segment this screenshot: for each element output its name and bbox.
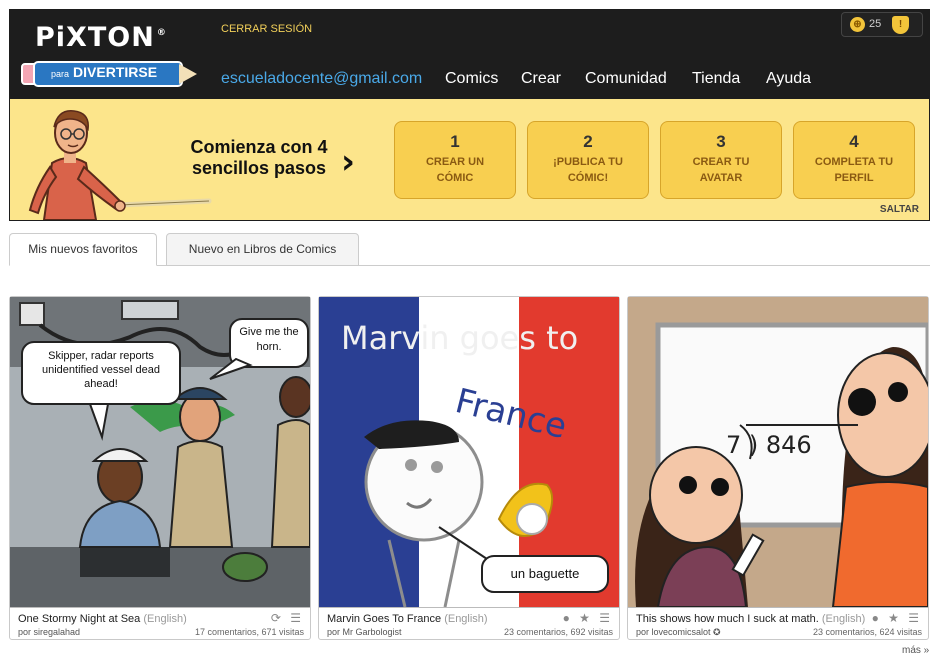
coin-icon: ⊕ <box>850 17 865 32</box>
step-1-button[interactable]: 1 CREAR UN CÓMIC <box>394 121 516 199</box>
comic-card[interactable]: Marvin goes to France un baguette Marvin… <box>318 296 620 640</box>
comic-caption: One Stormy Night at Sea (English) ⟳ ☰ po… <box>10 607 310 639</box>
comic-caption: This shows how much I suck at math. (Eng… <box>628 607 928 639</box>
comic-title[interactable]: One Stormy Night at Sea (English) <box>18 613 187 625</box>
pixton-logo[interactable]: PiXTON ® <box>35 22 167 53</box>
comic-card[interactable]: Skipper, radar reports unidentified vess… <box>9 296 311 640</box>
speech-bubble: un baguette <box>510 566 580 581</box>
nav-tienda[interactable]: Tienda <box>692 70 740 88</box>
comic-actions-icon[interactable]: ● ★ ☰ <box>563 611 613 625</box>
getting-started-banner: Comienza con 4 sencillos pasos › 1 CREAR… <box>9 98 930 221</box>
pencil-tip <box>179 64 197 84</box>
nav-crear[interactable]: Crear <box>521 70 561 88</box>
coin-count: 25 <box>869 18 882 30</box>
speech-bubble-2: Give me the horn. <box>239 326 299 353</box>
step-3-button[interactable]: 3 CREAR TU AVATAR <box>660 121 782 199</box>
skip-link[interactable]: SALTAR <box>880 204 919 215</box>
comic-language: (English) <box>821 613 866 625</box>
nav-comunidad[interactable]: Comunidad <box>585 70 667 88</box>
step-4-button[interactable]: 4 COMPLETA TU PERFIL <box>793 121 915 199</box>
step-2-button[interactable]: 2 ¡PUBLICA TU CÓMIC! <box>527 121 649 199</box>
comic-card[interactable]: 7 ) 846 This shows how much I suck at ma… <box>627 296 929 640</box>
comic-panel[interactable]: Skipper, radar reports unidentified vess… <box>10 297 310 607</box>
comic-language: (English) <box>444 613 488 625</box>
nav-comics[interactable]: Comics <box>445 70 498 88</box>
pencil-small-text: para <box>51 69 70 79</box>
comic-title-text: One Stormy Night at Sea <box>18 613 141 625</box>
step-label: COMPLETA TU PERFIL <box>814 156 894 184</box>
comic-author[interactable]: por Mr Garbologist <box>327 627 402 637</box>
more-link[interactable]: más » <box>902 645 929 656</box>
comic-actions-icon[interactable]: ⟳ ☰ <box>271 611 304 625</box>
user-email-link[interactable]: escueladocente@gmail.com <box>221 70 422 88</box>
banner-title: Comienza con 4 sencillos pasos <box>190 137 328 178</box>
nav-ayuda[interactable]: Ayuda <box>766 70 811 88</box>
comic-caption: Marvin Goes To France (English) ● ★ ☰ po… <box>319 607 619 639</box>
comic-language: (English) <box>143 613 187 625</box>
step-label: CREAR UN CÓMIC <box>425 156 485 184</box>
comic-stats: 23 comentarios, 692 visitas <box>503 627 613 637</box>
tab-mis-nuevos-favoritos[interactable]: Mis nuevos favoritos <box>9 233 157 266</box>
shield-icon: ! <box>892 16 909 34</box>
comic-author[interactable]: por siregalahad <box>18 627 80 637</box>
registered-mark: ® <box>156 28 167 38</box>
step-label: ¡PUBLICA TU CÓMIC! <box>553 156 623 184</box>
comic-stats: 23 comentarios, 624 visitas <box>812 627 922 637</box>
step-number: 1 <box>450 132 460 151</box>
comic-headline-line-1: Marvin goes to <box>341 319 579 357</box>
pencil-main-text: DIVERTIRSE <box>73 64 158 80</box>
comic-author[interactable]: por lovecomicsalot ✪ <box>636 627 721 638</box>
comic-title-text: Marvin Goes To France <box>327 613 442 625</box>
pencil-badge: para DIVERTIRSE <box>21 61 199 87</box>
coins-widget[interactable]: ⊕ 25 ! <box>841 12 923 37</box>
step-number: 2 <box>583 132 593 151</box>
comic-panel[interactable]: 7 ) 846 <box>628 297 928 607</box>
step-label: CREAR TU AVATAR <box>692 156 750 184</box>
comic-stats: 17 comentarios, 671 visitas <box>194 627 304 637</box>
comic-title[interactable]: This shows how much I suck at math. (Eng… <box>636 613 865 625</box>
step-number: 4 <box>849 132 859 151</box>
comic-panel[interactable]: Marvin goes to France un baguette <box>319 297 619 607</box>
banner-arrow-icon: › <box>341 142 356 182</box>
logout-link[interactable]: CERRAR SESIÓN <box>221 23 312 35</box>
comic-title[interactable]: Marvin Goes To France (English) <box>327 613 488 625</box>
tab-nuevo-en-libros[interactable]: Nuevo en Libros de Comics <box>166 233 359 266</box>
speech-bubble-1: Skipper, radar reports unidentified vess… <box>41 350 161 390</box>
chalkboard-math: 7 ) 846 <box>726 431 812 459</box>
top-header: PiXTON ® para DIVERTIRSE CERRAR SESIÓN esc… <box>9 9 930 98</box>
step-number: 3 <box>716 132 726 151</box>
comic-title-text: This shows how much I suck at math. <box>636 613 819 625</box>
pencil-label: para DIVERTIRSE <box>51 64 157 80</box>
comic-actions-icon[interactable]: ● ★ ☰ <box>872 611 922 625</box>
comic-tabs: Mis nuevos favoritos Nuevo en Libros de … <box>9 233 930 266</box>
logo-text: PiXTON <box>35 22 155 53</box>
